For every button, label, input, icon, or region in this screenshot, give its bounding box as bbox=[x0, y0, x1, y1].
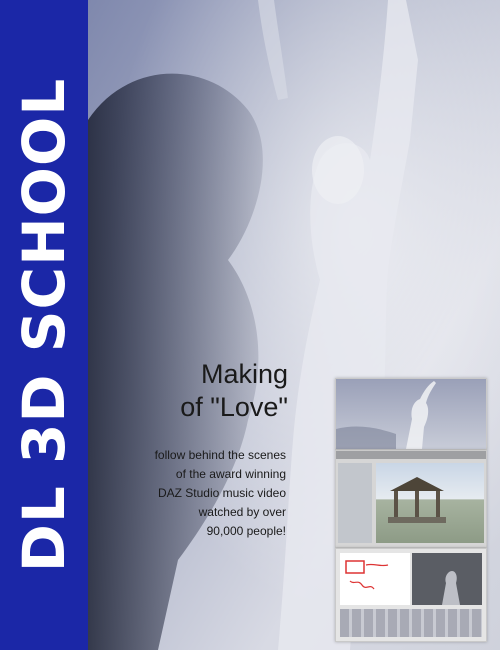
promo-poster: DL 3D SCHOOL Making of "Love" follow beh… bbox=[0, 0, 500, 650]
software-panel bbox=[338, 463, 372, 543]
screenshot-collage bbox=[335, 378, 487, 642]
description: follow behind the scenes of the award wi… bbox=[88, 446, 286, 541]
sidebar-band: DL 3D SCHOOL bbox=[0, 0, 88, 650]
gazebo-image bbox=[388, 477, 446, 523]
headline-line-2: of "Love" bbox=[180, 392, 288, 422]
brand-title: DL 3D SCHOOL bbox=[10, 77, 78, 573]
storyboard-drawing bbox=[345, 560, 389, 590]
description-line-3: DAZ Studio music video bbox=[157, 486, 286, 500]
description-line-2: of the award winning bbox=[175, 467, 286, 481]
software-viewport bbox=[376, 463, 484, 543]
description-line-4: watched by over bbox=[198, 505, 286, 519]
headline-line-1: Making bbox=[200, 359, 288, 389]
editor-thumbnail bbox=[335, 548, 487, 642]
render-thumbnail bbox=[335, 378, 487, 450]
storyboard-sketch bbox=[340, 553, 410, 605]
dancer-render-image bbox=[336, 381, 436, 449]
description-line-1: follow behind the scenes bbox=[154, 448, 286, 462]
headline: Making of "Love" bbox=[108, 358, 288, 424]
software-thumbnail bbox=[335, 450, 487, 548]
software-toolbar bbox=[336, 451, 486, 459]
preview-figure bbox=[442, 571, 460, 605]
description-line-5: 90,000 people! bbox=[206, 524, 286, 538]
preview-render bbox=[412, 553, 482, 605]
editing-timeline bbox=[340, 609, 482, 637]
